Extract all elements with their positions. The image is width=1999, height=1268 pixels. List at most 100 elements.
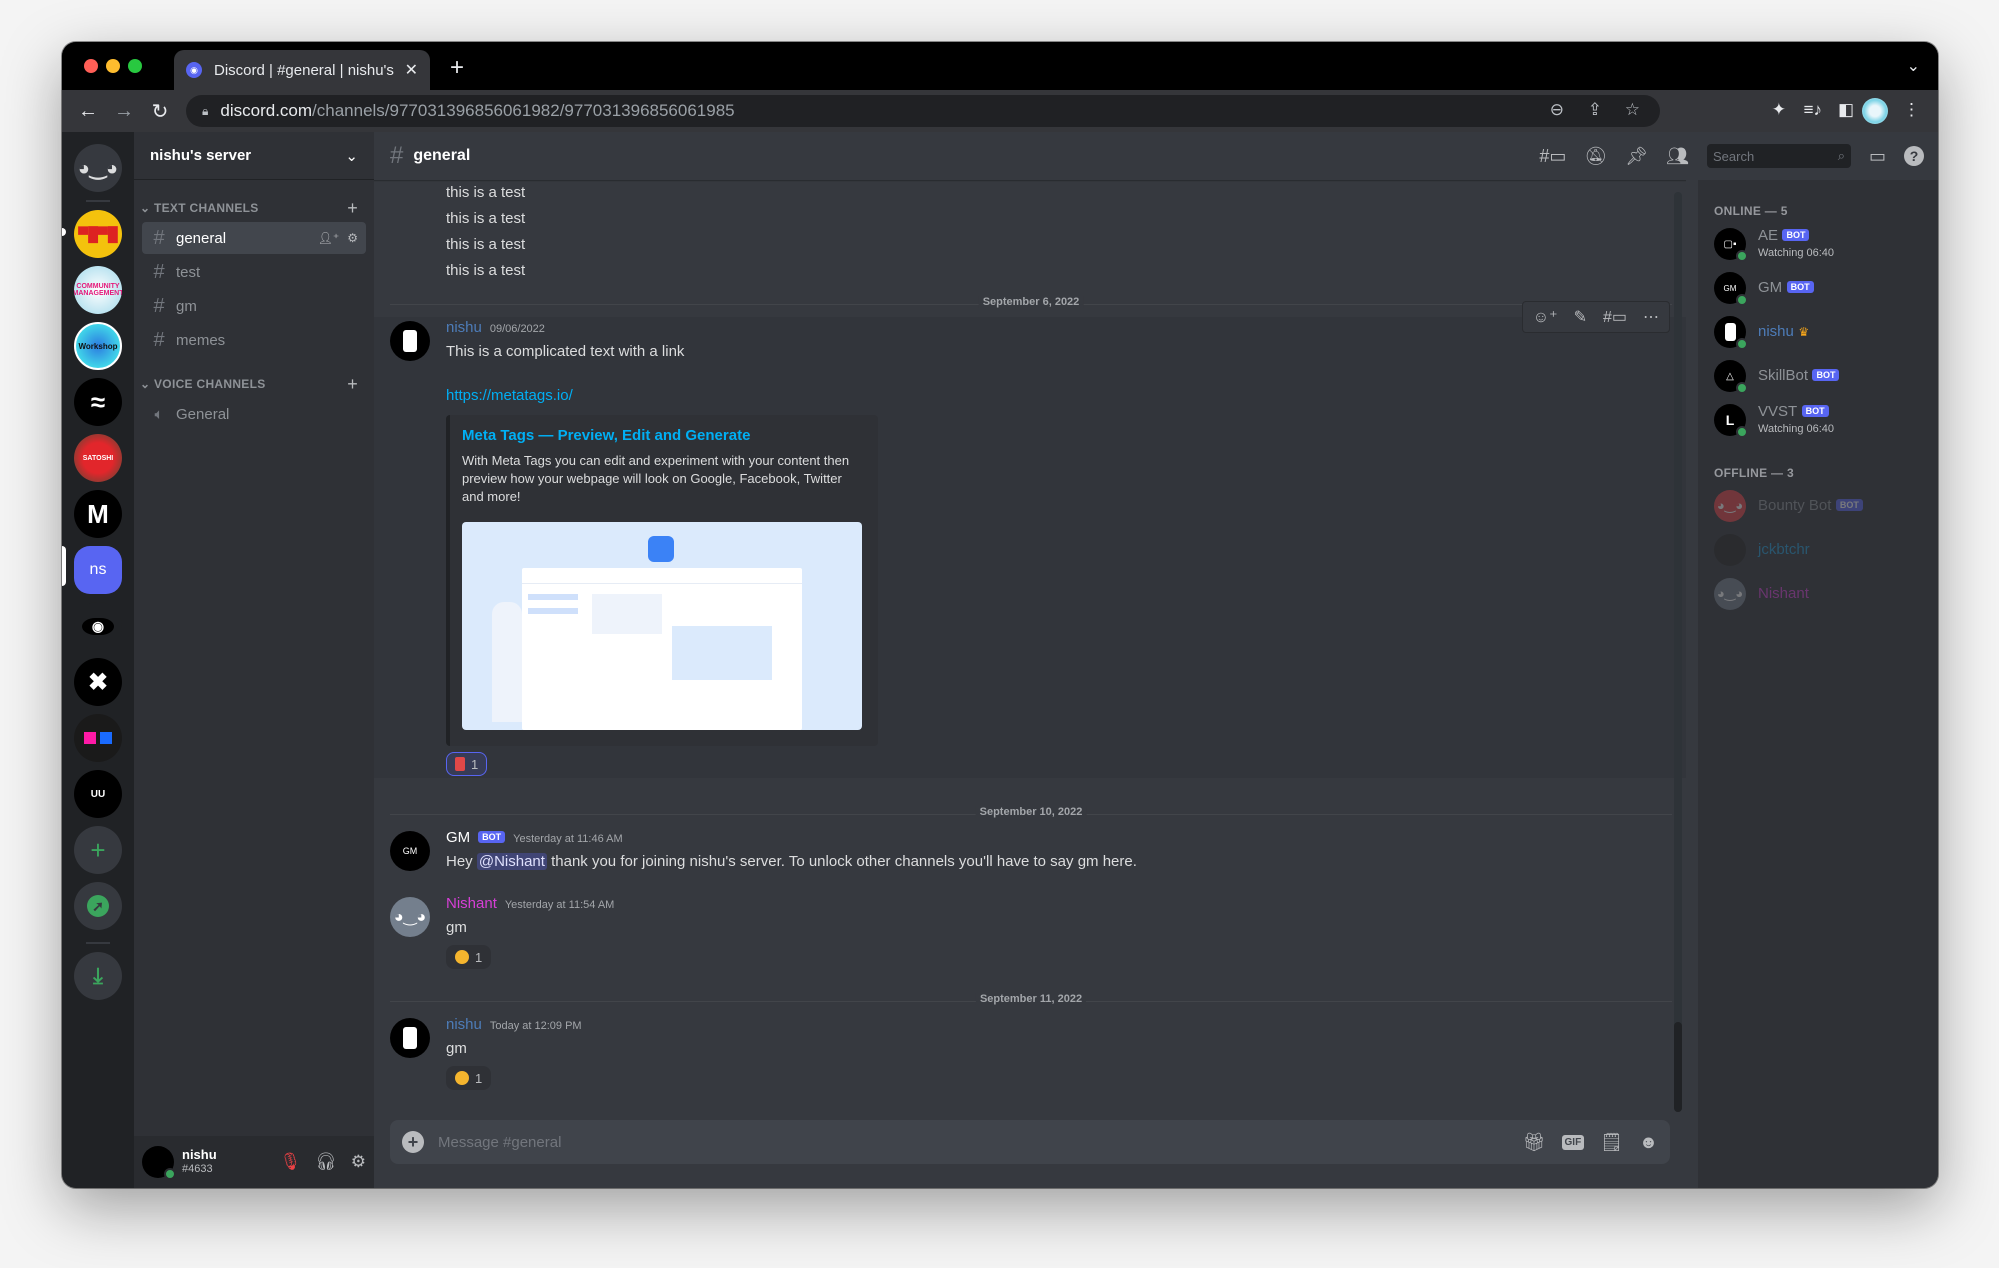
member-item[interactable]: L VVST BOT Watching 06:40 xyxy=(1706,398,1930,442)
more-icon[interactable]: ⋯ xyxy=(1643,307,1659,327)
member-list-icon[interactable]: 👥︎ xyxy=(1666,146,1689,167)
explore-servers-button[interactable]: ➚ xyxy=(74,882,122,930)
add-server-button[interactable]: + xyxy=(74,826,122,874)
server-m[interactable]: M xyxy=(74,490,122,538)
channel-memes[interactable]: # memes xyxy=(142,324,366,356)
reaction-button[interactable]: 1 xyxy=(446,752,488,776)
search-input[interactable]: Search ⌕ xyxy=(1706,144,1851,168)
channel-test[interactable]: # test xyxy=(142,256,366,288)
bookmark-star-icon[interactable]: ☆ xyxy=(1625,100,1640,120)
user-avatar[interactable] xyxy=(142,1146,176,1180)
avatar: ◕‿◕ xyxy=(1714,578,1746,610)
create-thread-icon[interactable]: #▭ xyxy=(1603,307,1627,327)
message-input[interactable] xyxy=(438,1133,1523,1151)
server-community-management[interactable]: COMMUNITY MANAGEMENT xyxy=(74,266,122,314)
reaction-button[interactable]: 1 xyxy=(446,945,492,969)
tab-search-icon[interactable]: ⌄ xyxy=(1907,56,1920,76)
mute-microphone-icon[interactable]: 🎙︎ xyxy=(280,1152,302,1172)
voice-channel-general[interactable]: 🔈︎ General xyxy=(142,398,366,430)
pin-icon[interactable]: 📌︎ xyxy=(1625,146,1648,167)
emoji-icon[interactable]: ☻ xyxy=(1639,1132,1658,1153)
user-settings-icon[interactable]: ⚙︎ xyxy=(351,1152,366,1172)
threads-icon[interactable]: #▭ xyxy=(1539,146,1566,167)
message-author[interactable]: Nishant xyxy=(446,895,497,912)
extensions-icon[interactable]: ✦ xyxy=(1772,100,1786,120)
sticker-icon[interactable]: 🗒︎ xyxy=(1600,1132,1623,1153)
online-header: ONLINE — 5 xyxy=(1714,204,1788,218)
add-reaction-icon[interactable]: ☺⁺ xyxy=(1533,307,1558,327)
message-scrollbar[interactable] xyxy=(1674,192,1682,1112)
download-apps-button[interactable]: ⤓ xyxy=(74,952,122,1000)
gift-icon[interactable]: 🎁︎ xyxy=(1523,1132,1546,1153)
maximize-window-button[interactable] xyxy=(128,59,142,73)
category-text-channels[interactable]: ⌄ TEXT CHANNELS + xyxy=(134,196,374,220)
server-squares[interactable] xyxy=(74,714,122,762)
profile-avatar[interactable] xyxy=(1862,98,1888,124)
member-item[interactable]: ◕‿◕ Nishant xyxy=(1706,572,1930,616)
create-channel-icon[interactable]: + xyxy=(347,198,358,219)
embed-title[interactable]: Meta Tags — Preview, Edit and Generate xyxy=(462,427,862,444)
gif-icon[interactable]: GIF xyxy=(1561,1134,1585,1150)
reload-icon[interactable]: ↻ xyxy=(142,99,178,124)
gear-icon[interactable]: ⚙︎ xyxy=(347,231,358,245)
upload-plus-icon[interactable]: + xyxy=(402,1131,424,1153)
inbox-icon[interactable]: ▭ xyxy=(1869,146,1886,167)
message-group[interactable]: ☺⁺ ✎ #▭ ⋯ nishu 09/06/2022 This is a com… xyxy=(374,301,1686,778)
scrollbar-thumb[interactable] xyxy=(1674,1022,1682,1112)
server-eye[interactable]: ◉ xyxy=(74,602,122,650)
category-voice-channels[interactable]: ⌄ VOICE CHANNELS + xyxy=(134,372,374,396)
forward-icon[interactable]: → xyxy=(106,100,142,123)
reaction-button[interactable]: 1 xyxy=(446,1066,492,1090)
server-header[interactable]: nishu's server ⌄ xyxy=(134,132,374,180)
member-item[interactable]: jckbtchr xyxy=(1706,528,1930,572)
avatar[interactable]: GM xyxy=(390,831,430,871)
minimize-window-button[interactable] xyxy=(106,59,120,73)
share-icon[interactable]: ⇪ xyxy=(1588,100,1602,120)
server-ns[interactable]: ns xyxy=(74,546,122,594)
sidepanel-icon[interactable]: ◧ xyxy=(1838,100,1854,120)
server-red[interactable]: SATOSHI xyxy=(74,434,122,482)
create-channel-icon[interactable]: + xyxy=(347,374,358,395)
message-link[interactable]: https://metatags.io/ xyxy=(446,387,573,404)
home-button[interactable]: ◕‿◕ xyxy=(74,144,122,192)
message-author[interactable]: nishu xyxy=(446,1016,482,1033)
help-icon[interactable]: ? xyxy=(1904,146,1924,166)
tab-title: Discord | #general | nishu's ser xyxy=(214,61,397,79)
close-window-button[interactable] xyxy=(84,59,98,73)
media-icon[interactable]: ≡♪ xyxy=(1804,100,1822,120)
close-tab-icon[interactable]: ✕ xyxy=(405,60,418,80)
member-item[interactable]: ◕‿◕ Bounty Bot BOT xyxy=(1706,484,1930,528)
server-workshop[interactable]: Workshop xyxy=(74,322,122,370)
back-icon[interactable]: ← xyxy=(70,100,106,123)
member-item[interactable]: nishu ♛ xyxy=(1706,310,1930,354)
message-author[interactable]: GM xyxy=(446,829,470,846)
headphones-icon[interactable]: 🎧︎ xyxy=(315,1152,337,1172)
server-uu[interactable]: UU xyxy=(74,770,122,818)
embed-image[interactable] xyxy=(462,522,862,730)
message-group[interactable]: ◕‿◕ Nishant Yesterday at 11:54 AM gm 1 xyxy=(374,893,1686,971)
avatar[interactable]: ◕‿◕ xyxy=(390,897,430,937)
server-glasses[interactable]: ▀█▀█ xyxy=(74,210,122,258)
message-author[interactable]: nishu xyxy=(446,319,482,336)
message-group[interactable]: nishu Today at 12:09 PM gm 1 xyxy=(374,1014,1686,1092)
edit-icon[interactable]: ✎ xyxy=(1574,307,1587,327)
member-item[interactable]: ▢▪ AE BOT Watching 06:40 xyxy=(1706,222,1930,266)
message-group[interactable]: GM GM BOT Yesterday at 11:46 AM Hey @Nis… xyxy=(374,827,1686,875)
browser-tab[interactable]: ◉ Discord | #general | nishu's ser ✕ xyxy=(174,50,430,90)
menu-icon[interactable]: ⋮ xyxy=(1903,100,1920,120)
channel-general[interactable]: # general 👤︎⁺ ⚙︎ xyxy=(142,222,366,254)
new-tab-button[interactable]: + xyxy=(450,54,464,82)
channel-gm[interactable]: # gm xyxy=(142,290,366,322)
avatar[interactable] xyxy=(390,1018,430,1058)
member-item[interactable]: △ SkillBot BOT xyxy=(1706,354,1930,398)
zoom-out-icon[interactable]: ⊖ xyxy=(1550,100,1564,120)
server-name: nishu's server xyxy=(150,147,252,164)
address-bar[interactable]: 🔒︎ discord.com /channels/977031396856061… xyxy=(186,95,1660,127)
user-mention[interactable]: @Nishant xyxy=(476,853,547,870)
notification-bell-muted-icon[interactable]: 🔕︎ xyxy=(1584,146,1607,167)
server-x[interactable]: ✖ xyxy=(74,658,122,706)
avatar[interactable] xyxy=(390,321,430,361)
member-item[interactable]: GM GM BOT xyxy=(1706,266,1930,310)
invite-icon[interactable]: 👤︎⁺ xyxy=(318,231,340,245)
server-waves[interactable]: ≈ xyxy=(74,378,122,426)
